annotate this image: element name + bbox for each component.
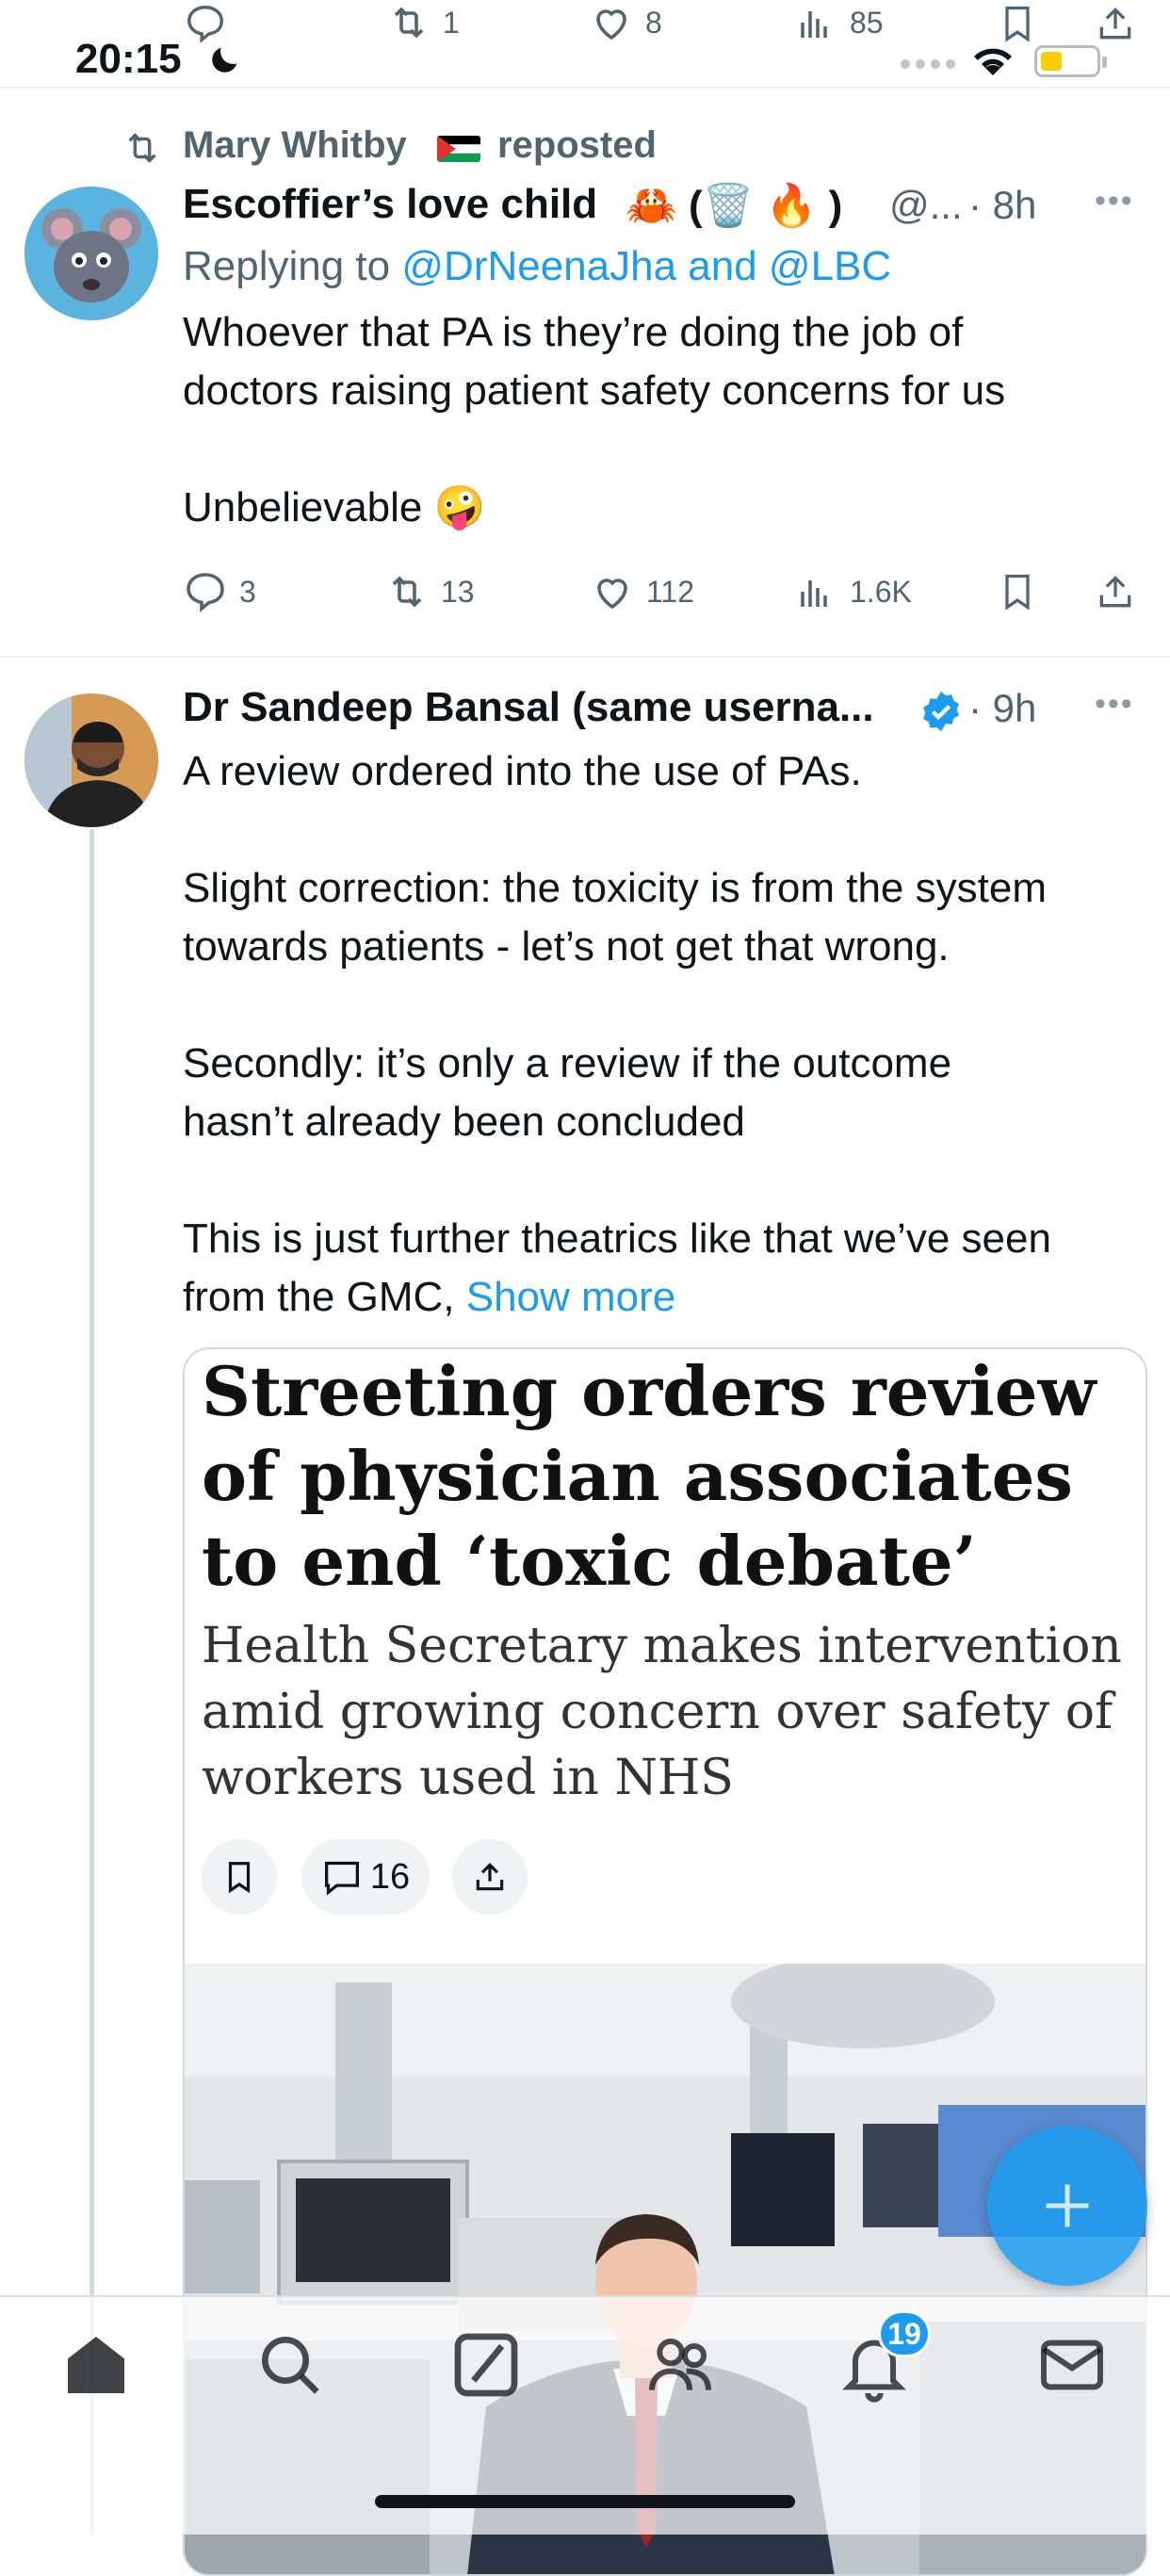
thread-line xyxy=(89,829,94,2535)
tweet-body-line: Whoever that PA is they’re doing the job… xyxy=(183,309,964,355)
repost-label: reposted xyxy=(497,124,657,166)
author-emoji-decoration: 🦀 (🗑️ 🔥 ) xyxy=(626,183,843,229)
signal-dots-icon xyxy=(900,58,956,70)
moon-icon xyxy=(212,47,237,73)
reply-count: 3 xyxy=(239,574,256,609)
tweet-body-line: Unbelievable 🤪 xyxy=(183,484,486,530)
plus-icon xyxy=(1046,2184,1089,2227)
palestine-flag-icon xyxy=(437,136,480,162)
retweet-icon[interactable] xyxy=(384,569,430,614)
bookmark-icon[interactable] xyxy=(997,2,1038,45)
replying-to: Replying to @DrNeenaJha and @LBC xyxy=(183,243,891,290)
tweet-1[interactable]: Mary Whitby reposted Escoffier’s love ch… xyxy=(0,89,1170,654)
article-bookmark-button[interactable] xyxy=(202,1839,277,1915)
like-icon[interactable] xyxy=(590,569,635,614)
like-icon[interactable] xyxy=(589,0,634,45)
article-comments-button[interactable]: 16 xyxy=(301,1839,430,1915)
previous-tweet-actions: 1 8 85 xyxy=(0,0,1170,47)
home-indicator[interactable] xyxy=(375,2495,795,2508)
tweet-body-line: Secondly: it’s only a review if the outc… xyxy=(183,1040,952,1086)
wifi-icon xyxy=(974,48,1012,75)
like-count: 8 xyxy=(645,5,662,40)
compose-fab[interactable] xyxy=(987,2126,1147,2286)
author-handle[interactable]: @... xyxy=(889,183,963,228)
retweet-count: 1 xyxy=(443,5,460,40)
share-icon[interactable] xyxy=(1095,2,1136,45)
reply-icon[interactable] xyxy=(183,569,228,614)
avatar[interactable] xyxy=(24,693,158,827)
more-options-icon[interactable]: ••• xyxy=(1095,183,1134,220)
avatar[interactable] xyxy=(24,187,158,320)
tweet-body-line: doctors raising patient safety concerns … xyxy=(183,367,1006,414)
messages-icon[interactable] xyxy=(1034,2327,1110,2403)
bookmark-icon xyxy=(228,1862,251,1894)
tweet-body: A review ordered into the use of PAs. Sl… xyxy=(183,742,1051,1327)
search-icon[interactable] xyxy=(252,2327,328,2403)
tweet-time[interactable]: · 8h xyxy=(968,183,1036,228)
views-count: 1.6K xyxy=(850,574,912,609)
tweet-body-line: towards patients - let’s not get that wr… xyxy=(183,923,950,970)
tweet-body-line: hasn’t already been concluded xyxy=(183,1099,745,1145)
tweet-time[interactable]: · 9h xyxy=(968,686,1036,731)
retweet-count: 13 xyxy=(441,574,475,609)
verified-badge-icon xyxy=(923,691,959,732)
notifications-tab[interactable]: 19 xyxy=(837,2310,931,2403)
article-headline: Streeting orders review of physician ass… xyxy=(202,1351,1097,1601)
more-options-icon[interactable]: ••• xyxy=(1095,686,1134,723)
battery-icon xyxy=(1034,45,1107,77)
tweet-body: Whoever that PA is they’re doing the job… xyxy=(183,303,1005,537)
tweet-body-line: A review ordered into the use of PAs. xyxy=(183,748,862,794)
tweet-2[interactable]: Dr Sandeep Bansal (same userna... · 9h •… xyxy=(0,658,1170,2576)
author-name[interactable]: Escoffier’s love child xyxy=(183,181,597,228)
tweet-body-line: Slight correction: the toxicity is from … xyxy=(183,865,1047,911)
home-icon[interactable] xyxy=(58,2327,134,2403)
tweet-body-line: This is just further theatrics like that… xyxy=(183,1215,1051,1262)
repost-icon xyxy=(128,133,156,163)
retweet-icon[interactable] xyxy=(386,0,431,45)
notifications-badge: 19 xyxy=(878,2310,931,2357)
reply-icon[interactable] xyxy=(184,2,227,45)
replying-prefix: Replying to xyxy=(183,243,391,289)
article-subhead: Health Secretary makes intervention amid… xyxy=(202,1618,1122,1806)
tweet-body-line: from the GMC, Show more xyxy=(183,1268,1051,1327)
share-icon xyxy=(476,1863,504,1891)
article-comment-count: 16 xyxy=(369,1856,411,1897)
tweet-body-text: from the GMC, xyxy=(183,1274,455,1320)
show-more-link[interactable]: Show more xyxy=(466,1274,676,1320)
communities-icon[interactable] xyxy=(642,2327,718,2403)
repost-author[interactable]: Mary Whitby xyxy=(183,124,407,167)
grok-icon[interactable] xyxy=(448,2327,524,2403)
views-icon[interactable] xyxy=(793,569,838,614)
replying-to-link[interactable]: @DrNeenaJha and @LBC xyxy=(401,243,891,289)
article-share-button[interactable] xyxy=(452,1839,528,1915)
share-icon[interactable] xyxy=(1095,569,1136,614)
like-count: 112 xyxy=(646,574,695,609)
views-icon[interactable] xyxy=(793,0,838,45)
comment-icon xyxy=(324,1861,359,1896)
views-count: 85 xyxy=(850,5,884,40)
author-name[interactable]: Dr Sandeep Bansal (same userna... xyxy=(183,684,874,731)
bookmark-icon[interactable] xyxy=(997,569,1038,614)
